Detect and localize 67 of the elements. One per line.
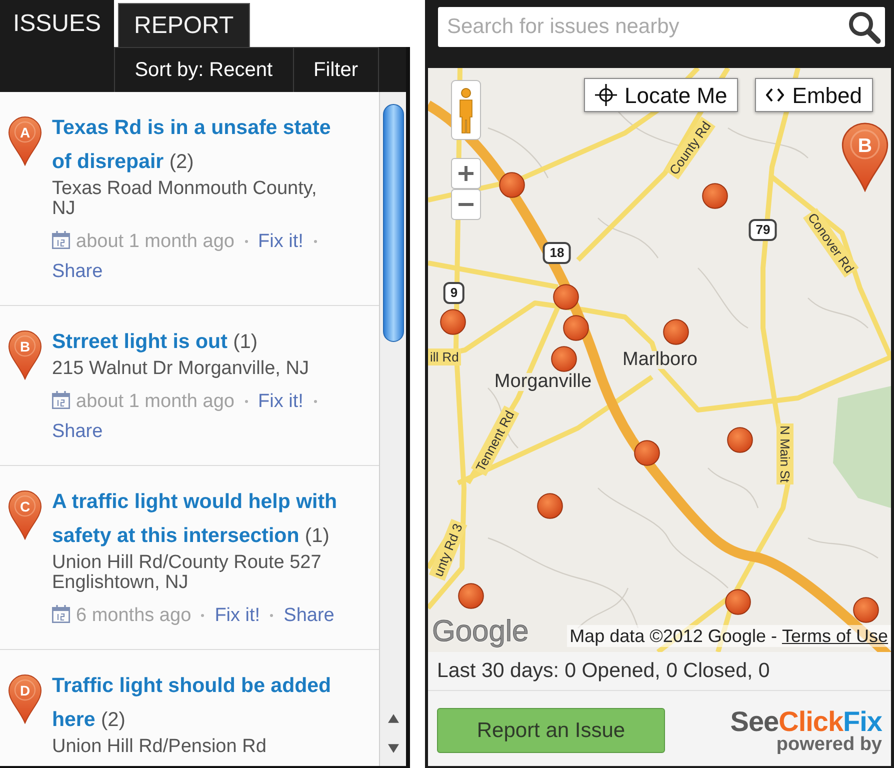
attribution-text: Map data ©2012 Google - Terms of Use — [566, 625, 891, 647]
report-button[interactable]: Report an Issue — [437, 708, 665, 753]
action-link[interactable]: Fix it! — [258, 231, 304, 252]
map-button[interactable]: Embed — [755, 78, 873, 112]
search-field[interactable]: Search for issues nearby — [438, 7, 885, 47]
marker-dot-icon[interactable] — [499, 172, 525, 198]
calendar-icon — [52, 605, 70, 623]
issue-title[interactable]: A traffic light would help with safety at this intersection (1) — [52, 485, 344, 553]
marker-dot-icon[interactable] — [663, 319, 689, 345]
marker-dot-icon[interactable] — [853, 597, 879, 623]
marker-dot-icon[interactable] — [725, 589, 751, 615]
marker-dot-icon[interactable] — [702, 183, 728, 209]
issue-address: Texas Road Monmouth County, NJ — [52, 179, 318, 219]
map-drawing[interactable] — [428, 68, 891, 652]
issue-title[interactable]: Strreet light is out (1) — [52, 325, 344, 359]
toolbar-button[interactable]: Sort by: Recent — [114, 47, 293, 92]
action-link[interactable]: Share — [52, 421, 103, 442]
minus-icon[interactable] — [451, 189, 481, 220]
marker-dot-icon[interactable] — [563, 315, 589, 341]
letter-pin-marker: C — [8, 490, 42, 540]
terms-link[interactable]: Terms of Use — [782, 626, 888, 646]
marker-dot-icon[interactable] — [634, 440, 660, 466]
letter-pin-marker: D — [8, 674, 42, 724]
letter-pin-marker: B — [8, 330, 42, 380]
marker-dot-icon[interactable] — [537, 493, 563, 519]
route-shield: 9 — [443, 282, 465, 304]
angle-brackets-icon — [766, 88, 784, 102]
plus-icon[interactable] — [451, 158, 481, 189]
map-logo: Google — [432, 616, 529, 648]
action-link[interactable]: Fix it! — [214, 605, 260, 626]
brand-logo: SeeClickFix — [730, 708, 882, 736]
issue-title[interactable]: Texas Rd is in a unsafe state of disrepair (2) — [52, 111, 344, 179]
calendar-icon — [52, 231, 70, 249]
marker-dot-icon[interactable] — [553, 284, 579, 310]
search-icon[interactable] — [847, 10, 881, 44]
issue-address: 215 Walnut Dr Morganville, NJ — [52, 359, 310, 379]
scrollbar-thumb[interactable] — [382, 104, 404, 342]
brand-tagline: powered by — [776, 736, 882, 754]
road-label: N Main St — [776, 423, 794, 485]
toolbar-button[interactable]: Filter — [292, 47, 379, 92]
stats-text: Last 30 days: 0 Opened, 0 Closed, 0 — [428, 652, 891, 691]
issue-address: Union Hill Rd/Pension Rd — [52, 737, 268, 757]
marker-dot-icon[interactable] — [440, 309, 466, 335]
issue-time: about 1 month ago — [76, 391, 234, 412]
road-label: ill Rd — [428, 348, 461, 366]
route-shield: 18 — [542, 242, 572, 264]
action-link[interactable]: Fix it! — [258, 391, 304, 412]
calendar-icon — [52, 391, 70, 409]
marker-dot-icon[interactable] — [727, 427, 753, 453]
person-icon[interactable] — [451, 80, 481, 140]
tab[interactable]: ISSUES — [0, 0, 114, 47]
up-arrow-icon[interactable] — [388, 714, 398, 723]
crosshair-icon — [594, 84, 617, 106]
letter-pin-marker: A — [8, 116, 42, 166]
issue-time: about 1 month ago — [76, 231, 234, 252]
route-shield: 79 — [748, 219, 778, 241]
issue-title[interactable]: Traffic light should be added here (2) — [52, 669, 344, 737]
marker-dot-icon[interactable] — [458, 583, 484, 609]
action-link[interactable]: Share — [52, 261, 103, 282]
down-arrow-icon[interactable] — [388, 744, 398, 753]
action-link[interactable]: Share — [284, 605, 334, 626]
issue-address: Union Hill Rd/County Route 527 Englishtown, NJ — [52, 553, 322, 593]
map-button[interactable]: Locate Me — [584, 78, 738, 112]
marker-dot-icon[interactable] — [551, 346, 577, 372]
issue-time: 6 months ago — [76, 605, 192, 626]
scrollbar[interactable] — [379, 92, 406, 766]
tab[interactable]: REPORT — [118, 3, 250, 47]
